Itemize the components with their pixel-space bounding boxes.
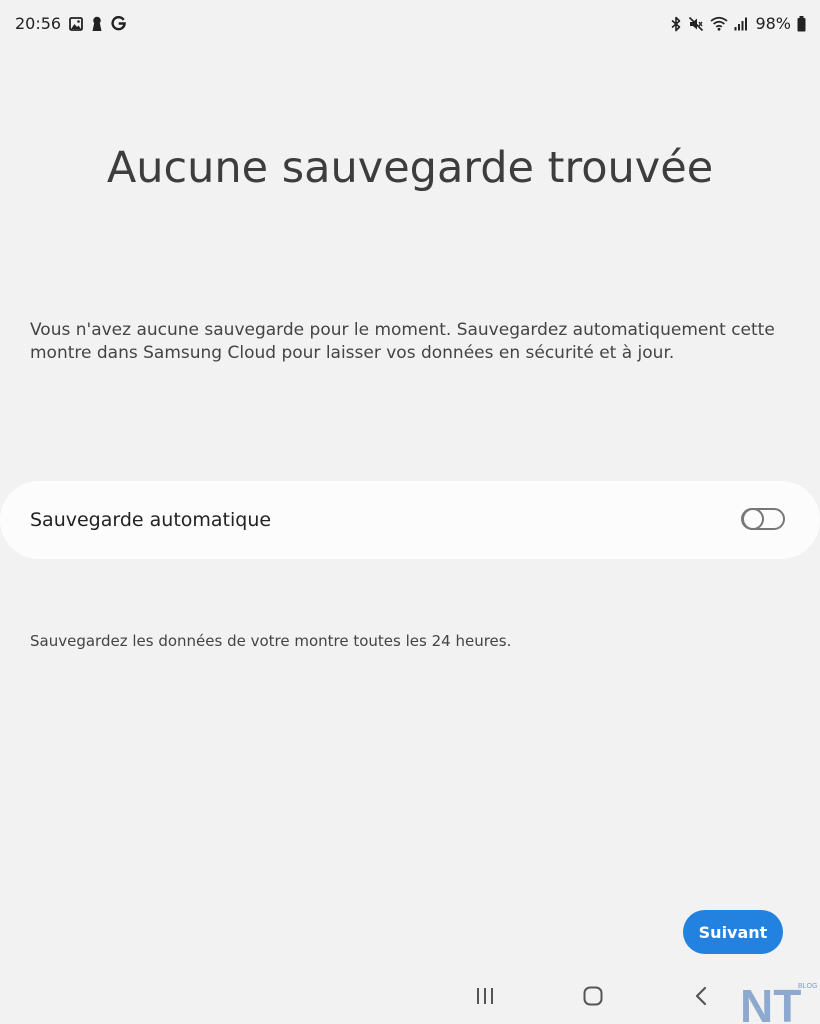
battery-percentage: 98% [755,14,791,33]
home-button[interactable] [573,982,613,1010]
auto-backup-setting[interactable]: Sauvegarde automatique [0,481,820,559]
auto-backup-label: Sauvegarde automatique [30,509,272,531]
recent-apps-icon [477,988,493,1004]
mute-icon [689,16,704,31]
recent-apps-button[interactable] [465,982,505,1010]
back-button[interactable] [681,982,721,1010]
status-right: 98% [670,14,806,33]
signal-icon [734,17,748,30]
home-icon [583,986,603,1006]
svg-text:NT: NT [740,980,801,1024]
nt-blog-logo: NT BLOG [740,980,817,1024]
wifi-icon [710,16,728,31]
backup-frequency-text: Sauvegardez les données de votre montre … [30,632,512,650]
bluetooth-icon [671,16,681,31]
next-button[interactable]: Suivant [683,910,783,954]
image-icon [69,16,84,31]
back-icon [695,986,707,1006]
page-description: Vous n'avez aucune sauvegarde pour le mo… [30,320,775,363]
toggle-knob [742,508,764,530]
clock: 20:56 [15,14,62,33]
battery-icon [797,15,806,31]
page-title: Aucune sauvegarde trouvée [106,143,714,193]
status-left: 20:56 [15,14,126,33]
google-icon [111,16,126,31]
status-bar: 20:56 98% [0,0,820,48]
svg-text:BLOG: BLOG [798,983,817,990]
auto-backup-toggle[interactable] [741,508,785,530]
navigation-bar [0,968,820,1024]
keyhole-icon [92,16,102,31]
